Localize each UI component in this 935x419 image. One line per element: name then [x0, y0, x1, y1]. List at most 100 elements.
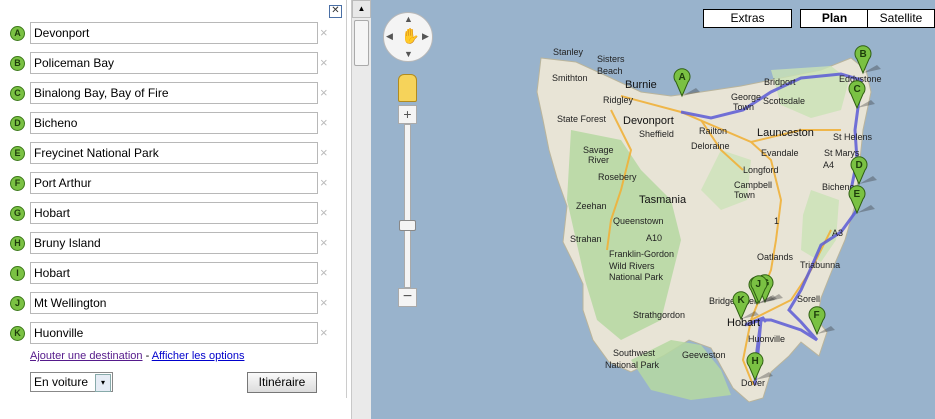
- destination-input[interactable]: [30, 52, 318, 74]
- map-label: Huonville: [748, 334, 785, 344]
- show-options-link[interactable]: Afficher les options: [152, 350, 245, 362]
- add-destination-link[interactable]: Ajouter une destination: [30, 350, 143, 362]
- remove-destination-icon[interactable]: ×: [320, 145, 328, 160]
- destination-row: J×: [10, 292, 340, 314]
- destination-input[interactable]: [30, 232, 318, 254]
- map-label: Ridgley: [603, 95, 634, 105]
- map-view[interactable]: Stanley Sisters Beach Smithton Burnie Bridpor…: [371, 0, 935, 419]
- route-button[interactable]: Itinéraire: [247, 372, 317, 393]
- destination-input[interactable]: [30, 82, 318, 104]
- extras-button[interactable]: Extras: [703, 9, 792, 28]
- destination-row: I×: [10, 262, 340, 284]
- hand-icon[interactable]: ✋: [401, 27, 420, 45]
- map-label: National Park: [605, 360, 660, 370]
- svg-text:J: J: [756, 279, 762, 290]
- marker-c-icon: C: [10, 86, 25, 101]
- map-label: Sheffield: [639, 129, 674, 139]
- map-canvas[interactable]: Stanley Sisters Beach Smithton Burnie Bridpor…: [371, 0, 935, 419]
- map-label: Evandale: [761, 148, 799, 158]
- remove-destination-icon[interactable]: ×: [320, 235, 328, 250]
- remove-destination-icon[interactable]: ×: [320, 85, 328, 100]
- remove-destination-icon[interactable]: ×: [320, 175, 328, 190]
- destination-input[interactable]: [30, 112, 318, 134]
- scroll-thumb[interactable]: [354, 20, 369, 66]
- pegman-icon[interactable]: [398, 74, 417, 102]
- arrow-up-icon[interactable]: ▲: [404, 14, 413, 24]
- marker-d-icon: D: [10, 116, 25, 131]
- destination-row: K×: [10, 322, 340, 344]
- remove-destination-icon[interactable]: ×: [320, 55, 328, 70]
- map-label: Campbell: [734, 180, 772, 190]
- map-label: Southwest: [613, 348, 656, 358]
- map-label: Stanley: [553, 47, 584, 57]
- travel-mode-value: En voiture: [34, 375, 89, 389]
- destination-input[interactable]: [30, 172, 318, 194]
- marker-h-icon: H: [10, 236, 25, 251]
- map-label: National Park: [609, 272, 664, 282]
- arrow-right-icon[interactable]: ▶: [422, 31, 429, 42]
- destination-row: D×: [10, 112, 340, 134]
- satellite-button[interactable]: Satellite: [867, 9, 935, 28]
- links-row: Ajouter une destination - Afficher les o…: [30, 350, 244, 362]
- map-label: Railton: [699, 126, 727, 136]
- map-label: 1: [774, 216, 779, 226]
- pan-control[interactable]: ✋ ▲ ▼ ◀ ▶: [383, 12, 433, 62]
- destination-row: H×: [10, 232, 340, 254]
- map-label: Scottsdale: [763, 96, 805, 106]
- map-label: Hobart: [727, 317, 760, 329]
- chevron-down-icon[interactable]: ▾: [95, 374, 111, 392]
- map-label: Queenstown: [613, 216, 664, 226]
- marker-e-icon: E: [10, 146, 25, 161]
- links-separator: -: [142, 350, 152, 362]
- remove-destination-icon[interactable]: ×: [320, 325, 328, 340]
- close-icon[interactable]: ✕: [329, 5, 342, 18]
- map-label: Tasmania: [639, 194, 687, 206]
- remove-destination-icon[interactable]: ×: [320, 295, 328, 310]
- map-label: Triabunna: [800, 260, 840, 270]
- map-label: Oatlands: [757, 252, 794, 262]
- map-label: Deloraine: [691, 141, 730, 151]
- map-label: Town: [734, 190, 755, 200]
- arrow-down-icon[interactable]: ▼: [404, 49, 413, 59]
- map-label: State Forest: [557, 114, 607, 124]
- destination-input[interactable]: [30, 142, 318, 164]
- destination-input[interactable]: [30, 202, 318, 224]
- destination-input[interactable]: [30, 292, 318, 314]
- scroll-up-icon[interactable]: ▲: [352, 0, 371, 18]
- zoom-slider-track[interactable]: [404, 124, 411, 288]
- travel-mode-select[interactable]: En voiture ▾: [30, 372, 113, 392]
- map-label: Wild Rivers: [609, 261, 655, 271]
- marker-k-icon: K: [10, 326, 25, 341]
- map-label: Sorell: [797, 294, 820, 304]
- destination-row: A×: [10, 22, 340, 44]
- map-label: Town: [733, 102, 754, 112]
- map-pin-a-icon[interactable]: A: [673, 68, 700, 98]
- zoom-in-button[interactable]: +: [398, 105, 417, 124]
- map-label: Launceston: [757, 127, 814, 139]
- map-label: Longford: [743, 165, 779, 175]
- zoom-out-button[interactable]: −: [398, 288, 417, 307]
- remove-destination-icon[interactable]: ×: [320, 115, 328, 130]
- marker-i-icon: I: [10, 266, 25, 281]
- map-label: Zeehan: [576, 201, 607, 211]
- destination-input[interactable]: [30, 322, 318, 344]
- marker-j-icon: J: [10, 296, 25, 311]
- map-label: St Helens: [833, 132, 873, 142]
- scrollbar[interactable]: ▲: [351, 0, 371, 419]
- svg-text:D: D: [856, 160, 863, 171]
- remove-destination-icon[interactable]: ×: [320, 265, 328, 280]
- arrow-left-icon[interactable]: ◀: [386, 31, 393, 42]
- map-label: A4: [823, 160, 834, 170]
- map-label: A3: [832, 228, 843, 238]
- destination-input[interactable]: [30, 22, 318, 44]
- remove-destination-icon[interactable]: ×: [320, 205, 328, 220]
- destination-row: F×: [10, 172, 340, 194]
- zoom-slider-thumb[interactable]: [399, 220, 416, 231]
- remove-destination-icon[interactable]: ×: [320, 25, 328, 40]
- map-label: Strathgordon: [633, 310, 685, 320]
- plan-button[interactable]: Plan: [800, 9, 869, 28]
- destination-input[interactable]: [30, 262, 318, 284]
- map-label: Franklin-Gordon: [609, 249, 674, 259]
- map-label: River: [588, 155, 609, 165]
- marker-f-icon: F: [10, 176, 25, 191]
